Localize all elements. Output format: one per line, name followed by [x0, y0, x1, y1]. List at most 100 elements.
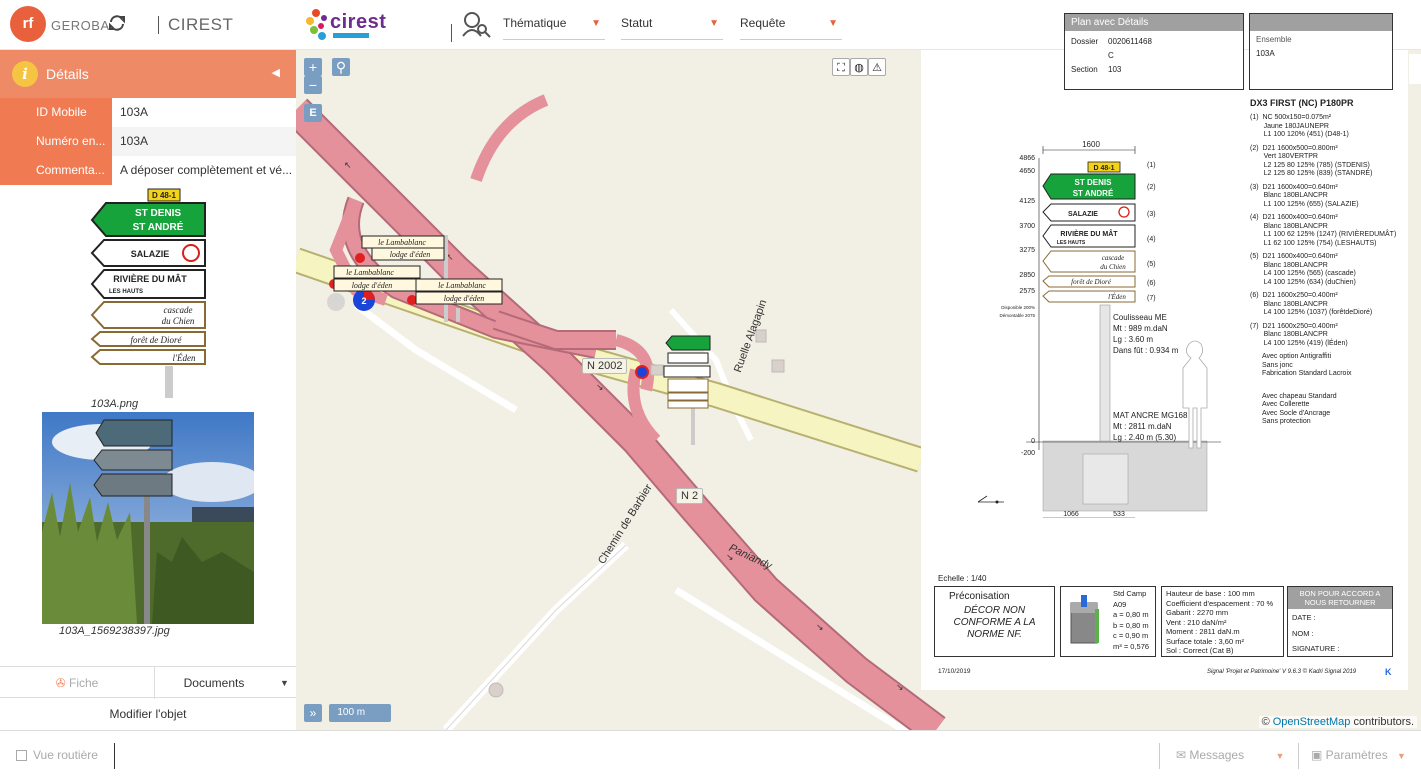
base-info-line: Surface totale : 3,60 m² — [1166, 636, 1244, 646]
plan-height: 2850 — [1019, 272, 1035, 279]
osm-link[interactable]: OpenStreetMap — [1273, 716, 1351, 728]
plan-spec-list: (1) NC 500x150=0.075m² Jaune 180JAUNEPR … — [1250, 114, 1405, 432]
map-attribution: © OpenStreetMap contributors. — [1258, 716, 1417, 728]
search-icon[interactable]: ⚲ — [332, 58, 350, 76]
sign-text-st-denis: ST DENIS — [135, 208, 181, 219]
base-info-line: Moment : 2811 daN.m — [1166, 627, 1240, 636]
chevron-down-icon: ▼ — [1275, 751, 1285, 761]
tab-fiche[interactable]: ✇ Fiche — [0, 667, 155, 699]
zoom-out-button[interactable]: − — [304, 76, 322, 94]
sign-text-riviere: RIVIÈRE DU MÂT — [113, 273, 187, 284]
sign-text-foret: forêt de Dioré — [131, 335, 183, 345]
svg-text:↘: ↘ — [596, 383, 604, 393]
plan-height: -200 — [1021, 450, 1035, 457]
separator — [158, 16, 159, 34]
layer-switch-button[interactable]: E — [304, 104, 322, 122]
plan-base-dim: 1066 — [1063, 511, 1079, 518]
site-photo[interactable] — [42, 412, 254, 624]
plan-details-title: Plan avec Détails — [1065, 14, 1243, 31]
spec-item: (7) D21 1600x250=0.400m² Blanc 180BLANCP… — [1250, 322, 1348, 347]
base-info-line: Vent : 210 daN/m² — [1166, 617, 1227, 627]
sync-icon[interactable] — [108, 14, 126, 37]
plan-dispo2: Démontable 2075 — [999, 313, 1035, 318]
camp-line: b = 0,80 m — [1113, 620, 1149, 630]
warning-icon[interactable]: ⚠ — [868, 58, 886, 76]
road-label-n2002: N 2002 — [582, 358, 628, 374]
details-title: Détails — [46, 66, 89, 82]
plan-ensemble-box: Ensemble 103A — [1249, 13, 1393, 90]
separator — [114, 743, 115, 769]
chevron-down-icon: ▼ — [828, 18, 838, 29]
plan-sign-st-andre: ST ANDRÉ — [1073, 189, 1114, 198]
parametres-button[interactable]: ▣ Paramètres ▼ — [1311, 748, 1406, 762]
image-caption-png: 103A.png — [91, 398, 139, 410]
plan-date: 17/10/2019 — [938, 668, 971, 675]
field-label-id-mobile: ID Mobile — [0, 98, 112, 127]
plan-sign-salazie: SALAZIE — [1068, 211, 1098, 218]
plan-document: Plan avec Détails Dossier 0020611468 C S… — [921, 13, 1408, 690]
base-info-line: Gabarit : 2270 mm — [1166, 608, 1229, 617]
vue-routiere-checkbox[interactable] — [16, 750, 27, 761]
plan-echelle: Echelle : 1/40 — [938, 574, 987, 583]
plan-coulisseau: Lg : 3.60 m — [1113, 335, 1153, 344]
svg-text:↘: ↘ — [816, 623, 824, 633]
tabs-more-dropdown[interactable]: ▼ — [273, 667, 296, 699]
plan-model: DX3 FIRST (NC) P180PR — [1250, 98, 1354, 108]
map-side-strip — [1409, 54, 1421, 84]
preconisation-text: DÉCOR NON CONFORME A LA NORME NF. — [953, 605, 1036, 640]
requete-dropdown[interactable]: Requête ▼ — [740, 16, 842, 40]
sign-image[interactable]: D 48-1 ST DENIS ST ANDRÉ SALAZIE RIVIÈRE… — [88, 186, 208, 398]
plan-sign-eden: l'Éden — [1108, 293, 1126, 301]
info-icon: i — [12, 61, 38, 87]
modify-object-button[interactable]: Modifier l'objet — [0, 698, 296, 730]
preconisation-box: Préconisation DÉCOR NON CONFORME A LA NO… — [934, 586, 1055, 657]
map-marker-count: 2 — [361, 296, 366, 306]
plan-sign-num: (6) — [1147, 280, 1156, 287]
settings-icon: ▣ — [1311, 748, 1326, 762]
details-header: i Détails ◀ — [0, 50, 296, 98]
zoom-in-button[interactable]: + — [304, 58, 322, 76]
bon-accord-box: BON POUR ACCORD A NOUS RETOURNER DATE : … — [1287, 586, 1393, 657]
cirest-logo-band — [333, 33, 369, 38]
plan-base-dim: 533 — [1113, 511, 1125, 518]
camp-line: Std Camp — [1113, 589, 1147, 598]
sign-text-st-andre: ST ANDRÉ — [133, 220, 184, 233]
field-label-commentaire: Commenta... — [0, 156, 112, 185]
plan-value-ensemble: 103A — [1256, 49, 1275, 58]
foundation-icon — [1070, 595, 1099, 644]
scale-label: 100 m — [329, 704, 392, 722]
messages-button[interactable]: ✉ Messages ▼ — [1176, 748, 1284, 762]
status-bar: Vue routière ✉ Messages ▼ ▣ Paramètres ▼ — [0, 730, 1421, 780]
map-scale-bar: » 100 m — [304, 704, 392, 722]
plan-sign-route: D 48-1 — [1093, 165, 1114, 172]
thematique-dropdown[interactable]: Thématique ▼ — [503, 16, 605, 40]
tab-documents[interactable]: Documents — [155, 667, 273, 699]
globe-icon[interactable]: ◍ — [850, 58, 868, 76]
geroba-logo: rf — [10, 6, 46, 42]
plan-dispo: Disponible 200% — [1001, 305, 1035, 310]
collapse-left-icon[interactable]: ◀ — [272, 66, 280, 79]
map-sign-lodge: lodge d'éden — [390, 250, 431, 259]
screenshot-icon[interactable]: ⛶ — [832, 58, 850, 76]
plan-sign-num: (4) — [1147, 236, 1156, 243]
plan-sign-num: (2) — [1147, 184, 1156, 191]
user-search-icon[interactable] — [460, 10, 494, 40]
plan-sign-num: (3) — [1147, 211, 1156, 218]
plan-coulisseau: Mt : 989 m.daN — [1113, 324, 1168, 333]
envelope-icon: ✉ — [1176, 748, 1190, 762]
map-sign-lodge: lodge d'éden — [352, 281, 393, 290]
plan-label-dossier: Dossier — [1071, 37, 1099, 46]
plan-value-section: 103 — [1108, 65, 1122, 74]
plan-label-section: Section — [1071, 65, 1098, 74]
bon-accord-title: BON POUR ACCORD A NOUS RETOURNER — [1288, 587, 1392, 609]
chevron-down-icon: ▼ — [709, 18, 719, 29]
expand-button[interactable]: » — [304, 704, 322, 722]
sign-text-du-chien: du Chien — [162, 316, 195, 326]
bon-field-date: DATE : — [1292, 613, 1316, 622]
spec-item: (4) D21 1600x400=0.640m² Blanc 180BLANCP… — [1250, 214, 1397, 247]
plan-height: 0 — [1031, 438, 1035, 445]
plan-sign-num: (5) — [1147, 261, 1156, 268]
plan-label-ensemble: Ensemble — [1256, 35, 1292, 44]
plan-height: 4125 — [1019, 198, 1035, 205]
statut-dropdown[interactable]: Statut ▼ — [621, 16, 723, 40]
